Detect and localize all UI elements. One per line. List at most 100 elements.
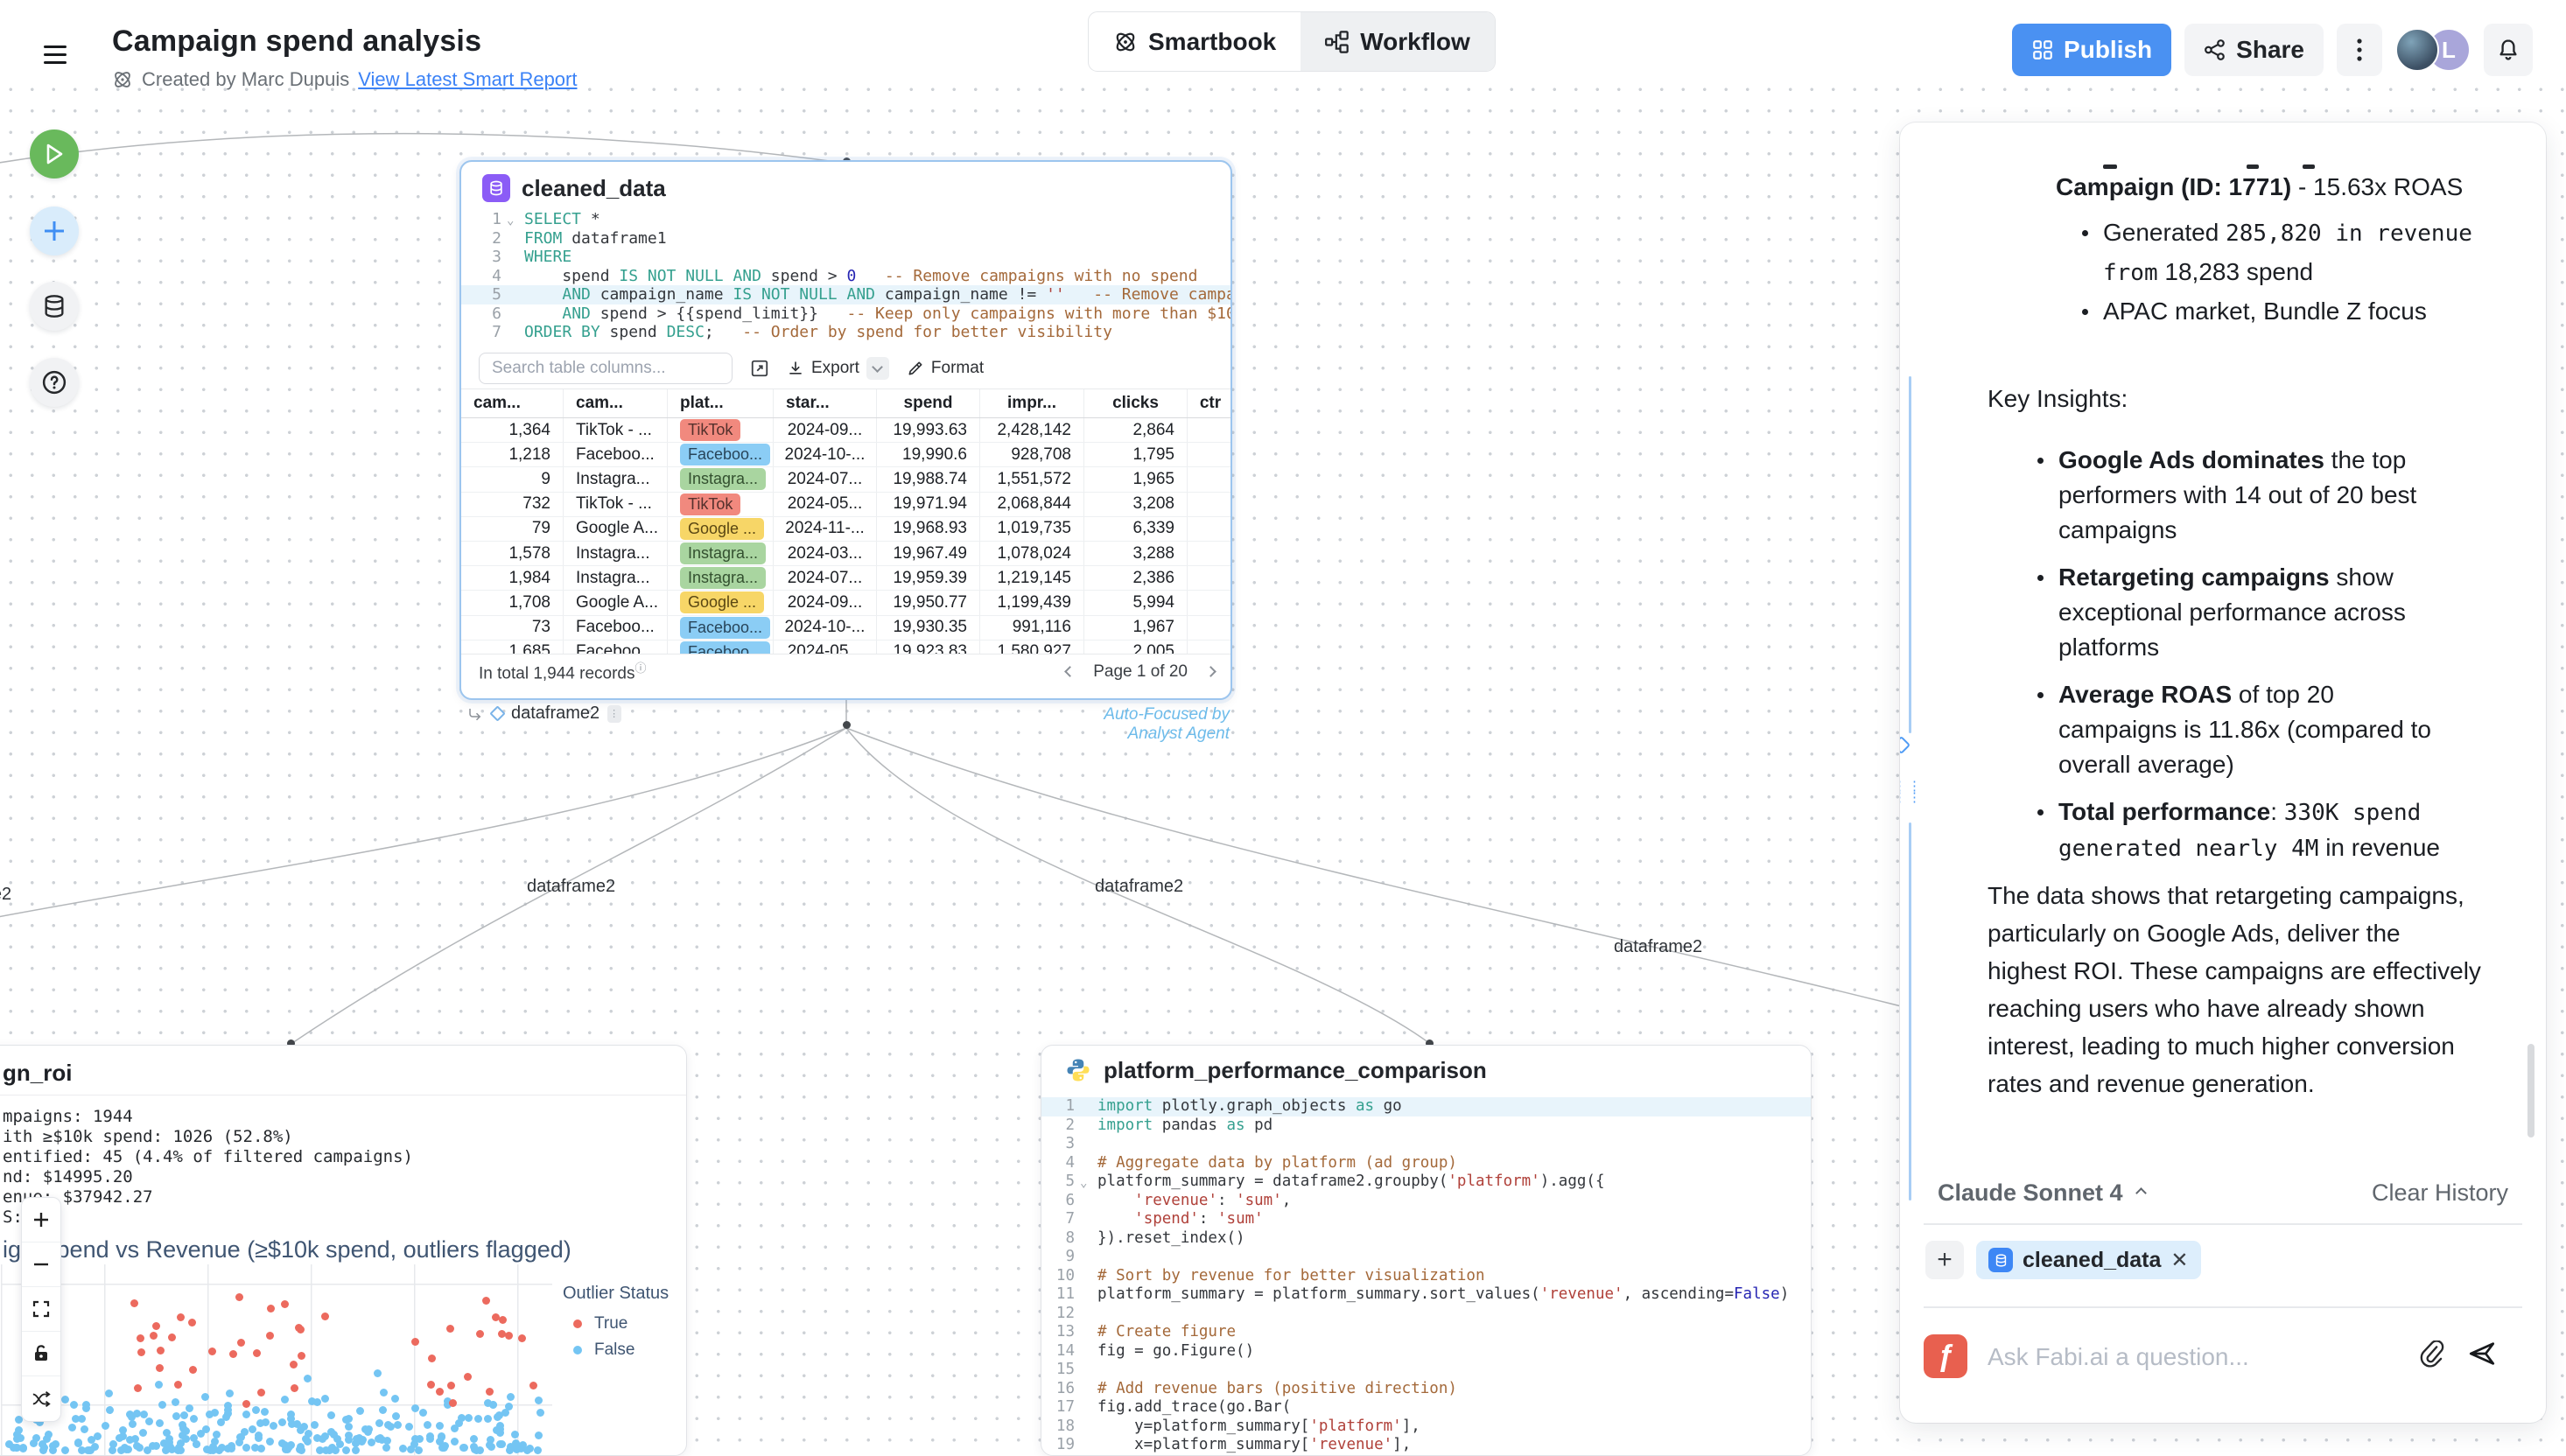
table-row[interactable]: 9Instagra...Instagra...2024-07...19,988.… [461,467,1232,492]
column-header[interactable]: ctr [1188,389,1232,417]
expand-table-button[interactable] [750,359,769,378]
table-row[interactable]: 1,218Faceboo...Faceboo...2024-10-...19,9… [461,443,1232,467]
export-button[interactable]: Export [787,357,889,380]
scatter-legend: Outlier Status TrueFalse [563,1284,669,1367]
drag-handle[interactable]: ⋮ [607,705,621,723]
code-line[interactable]: 6 AND spend > {{spend_limit}} -- Keep on… [461,304,1232,324]
ask-question-input[interactable] [1988,1339,2381,1376]
code-line[interactable]: 7 'spend': 'sum' [1041,1210,1812,1229]
legend-item[interactable]: True [573,1314,669,1334]
code-line[interactable]: 12 [1041,1305,1812,1324]
code-line[interactable]: 4# Aggregate data by platform (ad group) [1041,1154,1812,1173]
scatter-point-true [150,1332,158,1340]
platform-badge: Instagra... [680,468,766,490]
code-line[interactable]: 18 y=platform_summary['platform'], [1041,1418,1812,1437]
node-cleaned-data[interactable]: cleaned_data 1⌄SELECT *2FROM dataframe13… [459,160,1232,700]
result-table[interactable]: cam...cam...plat...star...spendimpr...cl… [461,388,1232,665]
table-row[interactable]: 73Faceboo...Faceboo...2024-10-...19,930.… [461,616,1232,640]
output-dataframe-label[interactable]: dataframe2 [511,704,599,724]
chevron-up-icon[interactable] [2135,1187,2147,1199]
export-dropdown-button[interactable] [866,357,889,380]
code-line[interactable]: 17fig.add_trace(go.Bar( [1041,1398,1812,1418]
column-header[interactable]: plat... [668,389,774,417]
help-button[interactable] [30,358,79,407]
data-sources-button[interactable] [30,282,79,331]
table-row[interactable]: 732TikTok - ...TikTok2024-05...19,971.94… [461,493,1232,517]
model-selector[interactable]: Claude Sonnet 4 [1938,1180,2123,1207]
column-header[interactable]: cam... [461,389,564,417]
legend-item[interactable]: False [573,1340,669,1360]
zoom-in-button[interactable] [22,1198,60,1242]
attachment-button[interactable] [2418,1340,2444,1375]
node-title-clipped: gn_roi [3,1060,72,1087]
code-line[interactable]: 2import pandas as pd [1041,1116,1812,1136]
lock-button[interactable] [22,1332,60,1376]
more-options-button[interactable] [2337,24,2382,76]
scatter-point-false [180,1411,188,1419]
tab-workflow[interactable]: Workflow [1301,12,1494,71]
column-header[interactable]: clicks [1084,389,1188,417]
user-avatar[interactable] [2395,28,2439,72]
run-workflow-button[interactable] [30,130,79,178]
clear-history-button[interactable]: Clear History [2372,1180,2508,1207]
python-editor[interactable]: 1import plotly.graph_objects as go2impor… [1041,1097,1812,1455]
chip-close-icon[interactable]: ✕ [2170,1248,2188,1273]
code-line[interactable]: 1import plotly.graph_objects as go [1041,1097,1812,1116]
notifications-button[interactable] [2484,24,2533,76]
code-line[interactable]: 3 [1041,1135,1812,1154]
code-line[interactable]: 15 [1041,1361,1812,1380]
code-line[interactable]: 10# Sort by revenue for better visualiza… [1041,1267,1812,1286]
code-line[interactable]: 5 AND campaign_name IS NOT NULL AND camp… [461,285,1232,304]
view-latest-smart-report-link[interactable]: View Latest Smart Report [358,68,577,91]
scatter-plot[interactable] [1,1264,552,1456]
tab-smartbook[interactable]: Smartbook [1089,12,1301,71]
focus-dataframe-icon[interactable] [1900,736,1910,754]
code-line[interactable]: 1⌄SELECT * [461,210,1232,229]
fullscreen-button[interactable] [22,1287,60,1332]
code-line[interactable]: 4 spend IS NOT NULL AND spend > 0 -- Rem… [461,267,1232,286]
table-row[interactable]: 1,708Google A...Google ...2024-09...19,9… [461,591,1232,615]
column-header[interactable]: star... [774,389,877,417]
hamburger-menu-icon[interactable] [44,40,67,63]
sql-editor[interactable]: 1⌄SELECT *2FROM dataframe13WHERE4 spend … [461,210,1232,342]
zoom-out-button[interactable] [22,1242,60,1287]
prev-page-button[interactable] [1064,666,1076,677]
publish-button[interactable]: Publish [2012,24,2171,76]
context-chip-cleaned-data[interactable]: cleaned_data ✕ [1976,1241,2201,1279]
code-line[interactable]: 14fig = go.Figure() [1041,1342,1812,1362]
scatter-point-false [281,1396,289,1404]
code-line[interactable]: 6 'revenue': 'sum', [1041,1192,1812,1211]
table-row[interactable]: 1,578Instagra...Instagra...2024-03...19,… [461,542,1232,566]
shuffle-button[interactable] [22,1376,60,1421]
table-row[interactable]: 79Google A...Google ...2024-11-...19,968… [461,517,1232,542]
send-button[interactable] [2467,1339,2497,1375]
column-header[interactable]: impr... [980,389,1084,417]
output-connector[interactable] [843,721,851,729]
code-line[interactable]: 16# Add revenue bars (positive direction… [1041,1380,1812,1399]
format-button[interactable]: Format [907,359,984,378]
code-line[interactable]: 9 [1041,1248,1812,1267]
code-line[interactable]: 5⌄platform_summary = dataframe2.groupby(… [1041,1172,1812,1192]
code-line[interactable]: 7ORDER BY spend DESC; -- Order by spend … [461,323,1232,342]
node-platform-performance-comparison[interactable]: platform_performance_comparison 1import … [1041,1045,1812,1456]
drag-dots-icon[interactable]: ⋮⋮⋮⋮ [1900,780,1923,803]
table-row[interactable]: 1,984Instagra...Instagra...2024-07...19,… [461,566,1232,591]
code-line[interactable]: 2FROM dataframe1 [461,229,1232,248]
share-button[interactable]: Share [2184,24,2324,76]
next-page-button[interactable] [1205,666,1216,677]
code-line[interactable]: 3WHERE [461,248,1232,267]
table-row[interactable]: 1,364TikTok - ...TikTok2024-09...19,993.… [461,418,1232,443]
table-cell: 1,967 [1084,616,1188,640]
add-context-button[interactable]: + [1925,1241,1964,1279]
table-cell: 1,708 [461,591,564,614]
code-line[interactable]: 8}).reset_index() [1041,1229,1812,1249]
column-header[interactable]: cam... [564,389,668,417]
search-table-columns-input[interactable] [479,353,733,384]
code-line[interactable]: 13# Create figure [1041,1323,1812,1342]
node-campaign-roi[interactable]: gn_roi mpaigns: 1944ith ≥$10k spend: 102… [0,1045,687,1456]
code-line[interactable]: 11platform_summary = platform_summary.so… [1041,1285,1812,1305]
scatter-point-false [78,1415,86,1423]
panel-scrollbar[interactable] [2527,1044,2534,1138]
add-node-button[interactable] [30,206,79,256]
column-header[interactable]: spend [877,389,980,417]
